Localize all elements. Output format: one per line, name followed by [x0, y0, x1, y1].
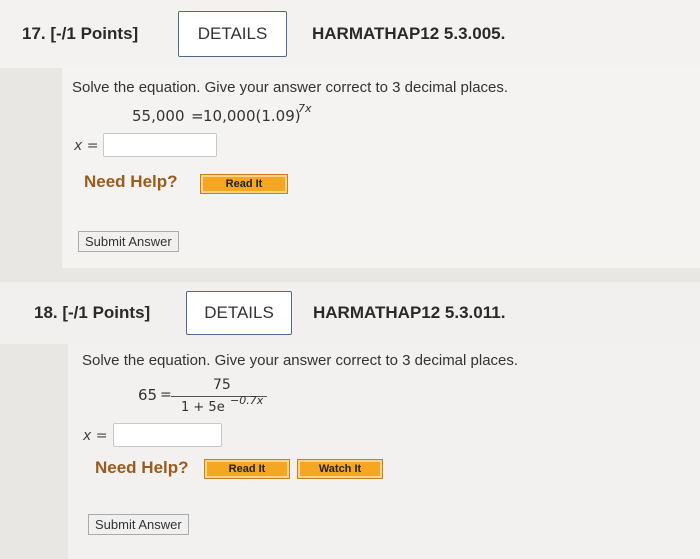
problem-code: HARMATHAP12 5.3.005. — [312, 24, 506, 43]
need-help-label: Need Help? — [84, 172, 178, 191]
equation-equals: = — [160, 387, 172, 403]
question-number: 17. [-/1 Points] — [22, 24, 139, 43]
question-17-header: 17. [-/1 Points] DETAILS HARMATHAP12 5.3… — [0, 0, 700, 68]
question-18-header: 18. [-/1 Points] DETAILS HARMATHAP12 5.3… — [0, 282, 700, 344]
answer-label: x = — [74, 138, 99, 154]
equation-rhs: 10,000(1.09) — [203, 107, 301, 125]
question-18-body: Solve the equation. Give your answer cor… — [68, 344, 700, 559]
read-it-button[interactable]: Read It — [200, 174, 288, 194]
question-number: 18. [-/1 Points] — [34, 303, 151, 322]
watch-it-button[interactable]: Watch It — [297, 459, 383, 479]
details-button[interactable]: DETAILS — [178, 11, 287, 57]
question-prompt: Solve the equation. Give your answer cor… — [72, 79, 509, 96]
answer-input[interactable] — [103, 133, 217, 157]
answer-label: x = — [83, 428, 108, 444]
question-prompt: Solve the equation. Give your answer cor… — [82, 352, 519, 369]
fraction-denominator: 1 + 5e — [181, 400, 225, 415]
equation-lhs: 55,000 — [132, 107, 185, 125]
answer-input[interactable] — [113, 423, 222, 447]
submit-answer-button[interactable]: Submit Answer — [78, 231, 179, 252]
question-17-body: Solve the equation. Give your answer cor… — [62, 68, 700, 268]
read-it-button[interactable]: Read It — [204, 459, 290, 479]
need-help-label: Need Help? — [95, 458, 189, 477]
equation-lhs: 65 — [138, 386, 158, 404]
problem-code: HARMATHAP12 5.3.011. — [313, 303, 506, 322]
submit-answer-button[interactable]: Submit Answer — [88, 514, 189, 535]
fraction-numerator: 75 — [213, 377, 231, 393]
equation-exponent: 7x — [298, 102, 312, 115]
denominator-exponent: −0.7x — [230, 394, 264, 407]
details-button[interactable]: DETAILS — [186, 291, 292, 335]
equation-equals: = — [191, 107, 204, 125]
